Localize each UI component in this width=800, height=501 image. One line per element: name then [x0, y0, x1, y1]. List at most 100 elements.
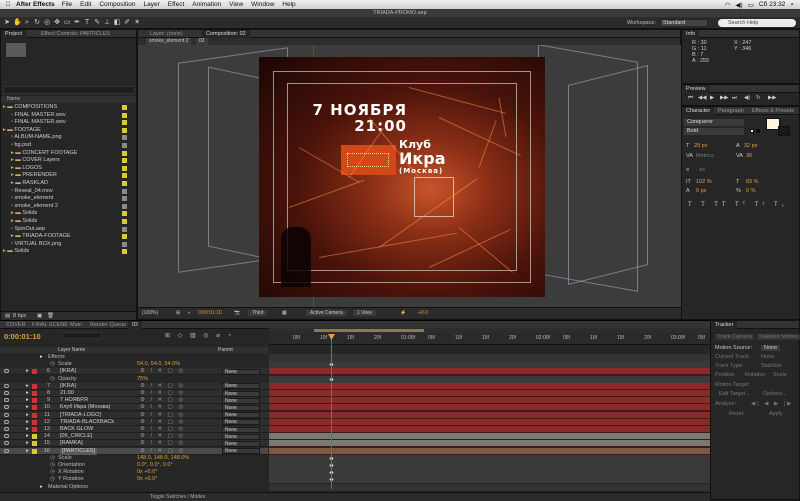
new-folder-icon[interactable]: ▤ — [5, 313, 10, 319]
layer-name[interactable]: Клуб Икра (Москва) — [60, 404, 110, 411]
tab-effects-presets[interactable]: Effects & Presets — [748, 107, 798, 115]
parent-dropdown[interactable]: None — [222, 433, 260, 440]
project-item[interactable]: ▫ ALBUM-NAME.png — [11, 134, 133, 141]
layer-label-color[interactable] — [32, 391, 37, 396]
current-time-indicator[interactable] — [331, 334, 332, 489]
project-item[interactable]: ▸ ▬ Solids — [11, 210, 133, 217]
layer-search-input[interactable] — [62, 332, 102, 339]
project-item[interactable]: ▸ ▬ Solids — [11, 218, 133, 225]
layer-label-color[interactable] — [32, 405, 37, 411]
tab-layer-none[interactable]: Layer: (none) — [146, 30, 187, 38]
vertical-scale-value[interactable]: 102 % — [696, 179, 712, 185]
comp-timecode[interactable]: 0:00:01:10 — [198, 310, 222, 316]
tab-02[interactable]: 02 — [128, 321, 143, 329]
layer-switches[interactable]: ⚙ / ✕ ▢ ◎ — [140, 368, 185, 375]
volume-icon[interactable]: ◀) — [736, 1, 743, 9]
label-color-swatch[interactable] — [122, 188, 127, 194]
tab-render-queue[interactable]: Render Queue — [86, 321, 130, 329]
project-item[interactable]: ▸ ▬ Solids — [3, 248, 133, 255]
project-item[interactable]: ▫ smoke_element 2 — [11, 203, 133, 210]
font-style-dropdown[interactable]: Bold — [684, 128, 744, 135]
project-search-input[interactable] — [3, 86, 135, 94]
visibility-eye-icon[interactable] — [4, 448, 9, 453]
menu-composition[interactable]: Composition — [99, 1, 135, 8]
rotate-tool-icon[interactable]: ↻ — [33, 19, 41, 27]
expand-arrow-icon[interactable]: ▸ — [40, 484, 43, 491]
stopwatch-icon[interactable]: ◷ — [50, 462, 55, 469]
layer-row[interactable]: ▸ 11 [TRIADA-LOGO] ⚙ / ✕ ▢ ◎ None — [0, 411, 268, 419]
property-value[interactable]: 148.0, 148.0, 148.0% — [137, 455, 189, 462]
parent-dropdown[interactable]: None — [222, 404, 260, 411]
layer-row[interactable]: ▸ 15 [RAMKA] ⚙ / ✕ ▢ ◎ None — [0, 440, 268, 448]
layer-name[interactable]: 7 НОЯБРЯ — [60, 397, 88, 404]
expand-arrow-icon[interactable]: ▸ — [26, 412, 29, 419]
leading-value[interactable]: 32 px — [744, 143, 757, 149]
layer-row[interactable]: ▸ 9 7 НОЯБРЯ ⚙ / ✕ ▢ ◎ None — [0, 397, 268, 405]
breadcrumb-smoke-element[interactable]: smoke_element 2 — [146, 38, 192, 45]
layer-name[interactable]: TRIADA-BLACKBACk — [60, 419, 114, 426]
tsume-value[interactable]: 0 % — [746, 188, 755, 194]
label-color-swatch[interactable] — [122, 135, 127, 141]
layer-switches[interactable]: ⚙ / ✕ ▢ ◎ — [140, 404, 185, 411]
project-item[interactable]: ▸ ▬ LOGOS — [11, 165, 133, 172]
layer-name[interactable]: [IKRA] — [60, 383, 76, 390]
project-item[interactable]: ▸ ▬ TRIADA-FOOTAGE — [11, 233, 133, 240]
menu-edit[interactable]: Edit — [80, 1, 91, 8]
label-color-swatch[interactable] — [122, 226, 127, 232]
tab-project[interactable]: Project — [1, 30, 27, 38]
options-button[interactable]: Options... — [763, 391, 787, 397]
roto-brush-tool-icon[interactable]: ✐ — [123, 19, 131, 27]
menu-animation[interactable]: Animation — [192, 1, 221, 8]
loop-icon[interactable]: ↻ — [756, 95, 761, 101]
prev-frame-icon[interactable]: ◀◀ — [698, 95, 706, 101]
expand-arrow-icon[interactable]: ▸ — [26, 368, 29, 375]
layer-name[interactable]: BACK GLOW — [60, 426, 93, 433]
project-item[interactable]: ▫ FINAL MASTER.wov — [11, 112, 133, 119]
visibility-eye-icon[interactable] — [4, 369, 9, 374]
timeline-timecode[interactable]: 0:00:01:10 — [4, 332, 41, 341]
expand-arrow-icon[interactable]: ▸ — [26, 390, 29, 397]
parent-dropdown[interactable]: None — [222, 426, 260, 433]
parent-dropdown[interactable]: None — [222, 440, 260, 447]
kerning-value[interactable]: Metrics — [696, 153, 714, 159]
expand-arrow-icon[interactable]: ▸ — [26, 383, 29, 390]
label-color-swatch[interactable] — [122, 165, 127, 171]
project-item[interactable]: ▸ ▬ RASKLAD — [11, 180, 133, 187]
property-value[interactable]: 0x +0.0° — [137, 476, 157, 483]
ram-preview-icon[interactable]: ▶▶ — [768, 95, 776, 101]
layer-label-color[interactable] — [32, 398, 37, 404]
project-item[interactable]: ▫ VIRTUAL BOX.png — [11, 241, 133, 248]
timeline-switches-icons[interactable]: ⊞ ◇ ▥ ◎ ⌀ ◔ — [165, 332, 234, 339]
workspace-dropdown[interactable]: Standard — [660, 19, 708, 27]
project-item[interactable]: ▫ FINAL MASTER.wov — [11, 119, 133, 126]
apply-button[interactable]: Apply — [769, 411, 783, 417]
parent-dropdown[interactable]: None — [222, 368, 260, 375]
property-row[interactable]: ◷ X Rotation 0x +0.0° — [0, 469, 268, 477]
brush-tool-icon[interactable]: ✎ — [93, 19, 101, 27]
layer-duration-bar[interactable] — [269, 447, 710, 455]
material-options-row[interactable]: ▸ Material Options — [0, 484, 268, 491]
puppet-tool-icon[interactable]: ✶ — [133, 19, 141, 27]
stopwatch-icon[interactable]: ◷ — [50, 476, 55, 483]
project-item[interactable]: ▸ ▬ CONCERT FOOTAGE — [11, 150, 133, 157]
property-track[interactable] — [269, 469, 710, 477]
mask-icon[interactable]: ◐ — [188, 310, 191, 316]
zoom-tool-icon[interactable]: ⌕ — [23, 19, 31, 27]
layer-name[interactable]: [PARTICLES] — [60, 447, 98, 455]
layer-name-header[interactable]: Layer Name — [58, 347, 85, 353]
scale-checkbox[interactable]: Scale — [773, 372, 787, 378]
layer-duration-bar[interactable] — [269, 368, 710, 376]
time-ruler[interactable]: 05f 10f 15f 20f 01:00f 05f 10f 15f 20f 02:00f 05f 1… — [269, 333, 710, 345]
parent-dropdown[interactable]: None — [222, 412, 260, 419]
visibility-eye-icon[interactable] — [4, 391, 9, 395]
analyze-buttons[interactable]: ◀| ◀ ▶ |▶ — [751, 401, 793, 407]
visibility-eye-icon[interactable] — [4, 441, 9, 446]
stopwatch-icon[interactable]: ◷ — [50, 361, 55, 368]
property-track[interactable] — [269, 454, 710, 462]
toggle-switches-modes[interactable]: Toggle Switches / Modes — [150, 494, 205, 500]
layer-row[interactable]: ▸ 14 [06_CIRCLE] ⚙ / ✕ ▢ ◎ None — [0, 433, 268, 441]
visibility-eye-icon[interactable] — [4, 434, 9, 439]
tab-effect-controls[interactable]: Effect Controls: PARTICLES — [37, 30, 114, 38]
project-column-header[interactable]: Name — [1, 96, 136, 103]
layer-label-color[interactable] — [32, 434, 37, 440]
